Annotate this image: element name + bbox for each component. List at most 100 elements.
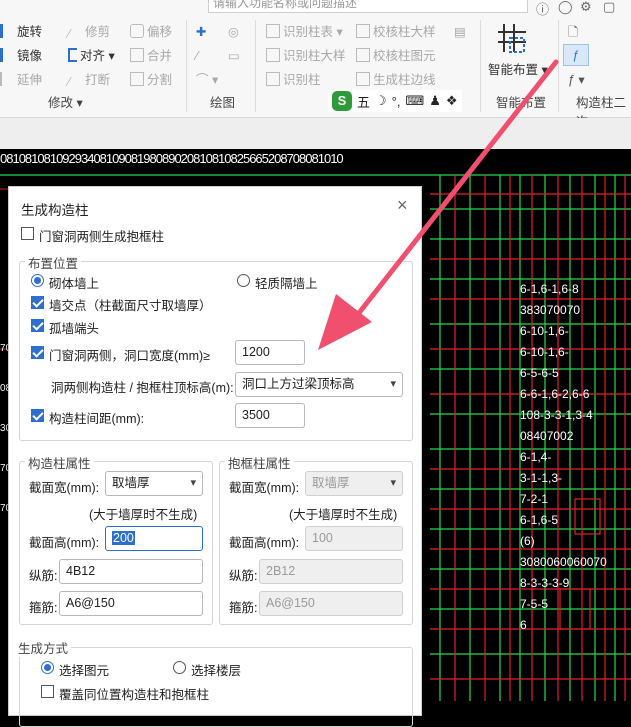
user-icon[interactable]: ♟ [429,93,441,109]
apps-icon[interactable]: ❖ [446,93,458,109]
split-button[interactable]: 分割 [130,70,172,90]
break-button[interactable]: ⁄ 打断 [68,70,110,90]
user-icon[interactable]: ◯ [558,0,573,15]
stirrup-label: 箍筋: [29,601,58,615]
identify-col-table-button[interactable]: 识别柱表 ▾ [266,22,343,42]
cover-label: 覆盖同位置构造柱和抱框柱 [59,688,210,702]
extend-icon [0,72,14,86]
chevron-down-icon: ▾ [105,49,115,63]
door-window-checkbox[interactable] [31,346,44,359]
extend-button[interactable]: 延伸 [0,70,42,90]
rotate-button[interactable]: 旋转 [0,22,42,42]
dialog-title: 生成构造柱 [21,203,89,218]
long-bar-label: 纵筋: [29,569,58,583]
moon-icon[interactable]: ☽ [375,93,387,109]
bk-width-select[interactable]: 取墙厚 [305,471,403,496]
identify-col-button[interactable]: 识别柱 [266,70,321,90]
offset-icon [130,24,144,38]
height-label: 截面高(mm): [29,536,100,550]
check-col-elem-button[interactable]: 校核柱图元 [356,46,436,66]
divider [255,20,256,112]
align-button[interactable]: 对齐 ▾ [68,46,115,66]
stirrup-input[interactable]: A6@150 [59,591,203,616]
offset-button[interactable]: 偏移 [130,22,172,42]
divider [186,20,187,112]
check-icon [356,24,370,38]
help-icon[interactable]: ⓘ [536,0,549,18]
rotate-icon [0,24,14,38]
divider [480,20,481,112]
trim-button[interactable]: ⁄ 修剪 [68,22,110,42]
top-elev-label: 洞两侧构造柱 / 抱框柱顶标高(m): [51,381,234,395]
ime-mode-icon[interactable]: 五 [357,92,370,111]
height-input[interactable]: 200 [105,526,203,551]
both-sides-label: 门窗洞两侧生成抱框柱 [39,230,165,244]
isolated-checkbox[interactable] [31,319,44,332]
punct-icon[interactable]: °, [392,94,401,109]
line-icon[interactable]: ⁄ [196,46,198,66]
spacing-input[interactable]: 3500 [235,403,305,428]
top-elev-select[interactable]: 洞口上方过梁顶标高 [235,372,403,397]
bk-width-note: (大于墙厚时不生成) [289,508,398,522]
cad-label: 6-10-1,6- [520,345,569,359]
keyboard-icon[interactable]: ⌨ [405,93,424,109]
check-col-detail-button[interactable]: 校核柱大样 [356,22,436,42]
settings-icon[interactable]: ⚙ [580,0,592,15]
ime-logo-icon[interactable]: S [332,91,352,111]
select-elem-radio[interactable] [41,661,54,674]
cover-checkbox[interactable] [41,685,54,698]
point-icon[interactable]: ✚ [196,22,206,42]
select-elem-label: 选择图元 [59,664,110,678]
spacing-checkbox[interactable] [31,409,44,422]
group-draw-label: 绘图 [210,96,236,110]
height-value: 200 [112,531,135,545]
search-input[interactable]: 请输入功能名称或问题描述 [208,0,528,13]
identify-col-detail-button[interactable]: 识别柱大样 [266,46,346,66]
gen-col-edge-button[interactable]: 生成柱边线 [356,70,436,90]
bk-stirrup-input[interactable]: A6@150 [259,591,403,616]
arc-icon[interactable]: ⌒ ▾ [196,70,218,90]
window-icon[interactable]: ▢ [603,0,615,15]
circle-icon[interactable]: ◎ [228,22,239,42]
bk-height-label: 截面高(mm): [229,536,300,550]
door-width-input[interactable]: 1200 [235,340,305,365]
width-select[interactable]: 取墙厚 [105,471,203,496]
gzz-props-title: 构造柱属性 [25,453,94,472]
rect-icon[interactable]: ▭ [228,46,240,66]
long-bar-input[interactable]: 4B12 [59,559,203,584]
masonry-radio[interactable] [31,274,44,287]
spacing-label: 构造柱间距(mm): [49,412,145,426]
gzz-active-button[interactable]: ƒ [563,44,589,66]
select-floor-radio[interactable] [173,661,186,674]
trim-icon: ⁄ [68,27,71,41]
table-icon [266,24,280,38]
detail-icon [266,48,280,62]
bk-stirrup-label: 箍筋: [229,601,258,615]
mirror-button[interactable]: 镜像 [0,46,42,66]
cad-label: 6-5-6-5 [520,366,559,380]
table-settings-icon[interactable]: ▤ [454,22,466,42]
cad-label: 3-1-1,3- [520,471,563,485]
cad-label: 6 [520,618,527,632]
intersection-checkbox[interactable] [31,296,44,309]
cad-right-labels: 6-1,6-1,6-8 383070070 6-10-1,6- 6-10-1,6- 6-… [520,279,631,636]
light-wall-radio[interactable] [237,274,250,287]
intersection-label: 墙交点（柱截面尺寸取墙厚） [49,299,212,313]
gzz-more-icon[interactable]: ƒ ▾ [568,70,585,90]
merge-button[interactable]: 合并 [130,46,172,66]
merge-icon [130,48,144,62]
bk-long-input[interactable]: 2B12 [259,559,403,584]
bk-height-input[interactable]: 100 [305,526,403,551]
both-sides-checkbox[interactable] [21,227,34,240]
gen-section-title: 生成方式 [15,638,72,657]
close-icon[interactable]: × [397,195,408,216]
smart-place-button[interactable]: 智能布置 ▾ [488,60,548,80]
gzz-doc-icon[interactable]: 🗋 [568,22,578,42]
group-modify-label[interactable]: 修改 ▾ [48,92,83,111]
bk-long-label: 纵筋: [229,569,258,583]
light-wall-label: 轻质隔墙上 [255,277,318,291]
select-floor-label: 选择楼层 [191,664,242,678]
cad-label: 6-10-1,6- [520,324,569,338]
smart-place-icon[interactable] [496,22,528,54]
mirror-icon [0,48,14,62]
